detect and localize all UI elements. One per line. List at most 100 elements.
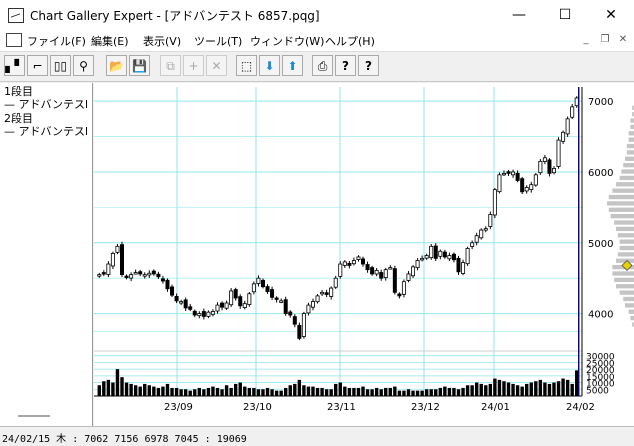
candle-body [506, 171, 511, 174]
volume-bar [452, 387, 456, 396]
volume-bar [534, 381, 538, 396]
volume-bar [252, 387, 256, 396]
price-volume-profile-bar [608, 207, 634, 212]
candle-chart-icon[interactable]: ▖▘ [4, 55, 25, 76]
binoculars-icon[interactable]: ⚲ [73, 55, 94, 76]
candle-body [142, 274, 147, 277]
volume-bar [525, 383, 529, 396]
volume-tick-label: 30000 [586, 353, 615, 363]
volume-bar [270, 389, 274, 396]
mdi-minimize-button[interactable]: _ [578, 33, 594, 47]
candle-body [156, 273, 161, 278]
menu-bar: ファイル(F) 編集(E) 表示(V) ツール(T) ウィンドウ(W) ヘルプ(… [0, 30, 634, 52]
chart-panel[interactable]: 4000 5000 6000 7000 5000 10000 15000 20000 25000… [94, 83, 634, 426]
volume-bar [124, 382, 129, 396]
volume-bar [220, 389, 224, 396]
candle-body [547, 159, 552, 174]
stock-chart[interactable]: 4000500060007000500010000150002000025000… [94, 83, 634, 426]
volume-bar [265, 387, 270, 396]
candle-body [561, 131, 566, 142]
plus-icon[interactable]: + [183, 55, 204, 76]
menu-window[interactable]: ウィンドウ(W) [250, 33, 324, 49]
volume-bar [229, 387, 233, 396]
candle-body [556, 139, 561, 167]
menu-help[interactable]: ヘルプ(H) [325, 33, 375, 49]
candle-body [488, 214, 493, 227]
candle-body [247, 293, 252, 306]
price-volume-profile-bar [626, 143, 634, 149]
volume-bar [343, 386, 347, 396]
candle-body [110, 253, 115, 267]
select-icon[interactable]: ⬚ [236, 55, 257, 76]
document-chart-icon[interactable] [6, 33, 22, 47]
volume-bar [547, 383, 552, 396]
volume-bar [311, 386, 315, 396]
volume-bar [511, 383, 515, 396]
mdi-close-button[interactable]: ✕ [615, 33, 631, 47]
legend-splitter[interactable] [18, 415, 50, 417]
volume-bar [465, 385, 470, 396]
candle-body [461, 262, 466, 274]
menu-view[interactable]: 表示(V) [143, 33, 181, 49]
maximize-button[interactable]: ☐ [542, 0, 588, 30]
candle-body [129, 274, 134, 279]
candle-body [210, 311, 215, 315]
candle-body [233, 289, 238, 299]
status-text: 24/02/15 木 : 7062 7156 6978 7045 : 19069 [2, 434, 247, 445]
volume-bar [297, 379, 302, 396]
candle-body [197, 313, 202, 317]
candle-body [338, 263, 343, 277]
legend-panel: 1段目 — アドバンテスl 2段目 — アドバンテスl [0, 83, 93, 426]
copy-icon[interactable]: ⧉ [160, 55, 181, 76]
menu-tools[interactable]: ツール(T) [194, 33, 242, 49]
volume-bar [247, 387, 252, 396]
candle-body [260, 279, 265, 288]
candle-body [206, 311, 211, 317]
volume-bar [361, 386, 365, 396]
candle-body [356, 256, 361, 260]
pane2-series-label[interactable]: — アドバンテスl [4, 123, 88, 139]
open-folder-icon[interactable]: 📂 [106, 55, 127, 76]
candle-body [479, 229, 484, 239]
price-volume-profile-bar [619, 175, 634, 181]
volume-bar [352, 387, 356, 396]
save-icon[interactable]: 💾 [129, 55, 150, 76]
menu-file[interactable]: ファイル(F) [27, 33, 86, 49]
arrow-down-icon[interactable]: ⬇ [259, 55, 280, 76]
candle-body [315, 295, 320, 303]
candle-body [192, 310, 197, 316]
candle-body [456, 257, 461, 273]
candle-body [442, 251, 447, 258]
volume-bar [415, 390, 420, 396]
arrow-up-icon[interactable]: ⬆ [282, 55, 303, 76]
price-volume-profile-bar [623, 296, 634, 302]
candle-body [329, 287, 334, 297]
volume-bar [520, 386, 524, 396]
minimize-button[interactable]: — [496, 0, 542, 30]
volume-bar [502, 381, 506, 396]
volume-bar [261, 389, 265, 396]
price-volume-profile-bar [628, 137, 634, 142]
print-icon[interactable]: ⎙ [312, 55, 333, 76]
mdi-restore-button[interactable]: ❐ [597, 33, 613, 47]
volume-bar [497, 379, 502, 396]
dual-pane-icon[interactable]: ▯▯ [50, 55, 71, 76]
volume-bar [474, 382, 479, 396]
volume-bar [293, 383, 297, 396]
volume-bar [106, 379, 111, 396]
candle-body [270, 289, 275, 298]
close-button[interactable]: ✕ [588, 0, 634, 30]
delete-icon[interactable]: ✕ [206, 55, 227, 76]
step-chart-icon[interactable]: ⌐ [27, 55, 48, 76]
volume-bar [552, 382, 556, 396]
menu-edit[interactable]: 編集(E) [91, 33, 129, 49]
context-help-icon[interactable]: ? [358, 55, 379, 76]
price-volume-profile-bar [608, 194, 634, 200]
help-icon[interactable]: ? [335, 55, 356, 76]
price-volume-profile-bar [625, 156, 634, 161]
candle-body [147, 272, 152, 276]
candle-body [420, 257, 425, 261]
candle-body [256, 277, 261, 284]
date-tick-label: 23/10 [243, 402, 272, 413]
candle-body [574, 97, 579, 107]
